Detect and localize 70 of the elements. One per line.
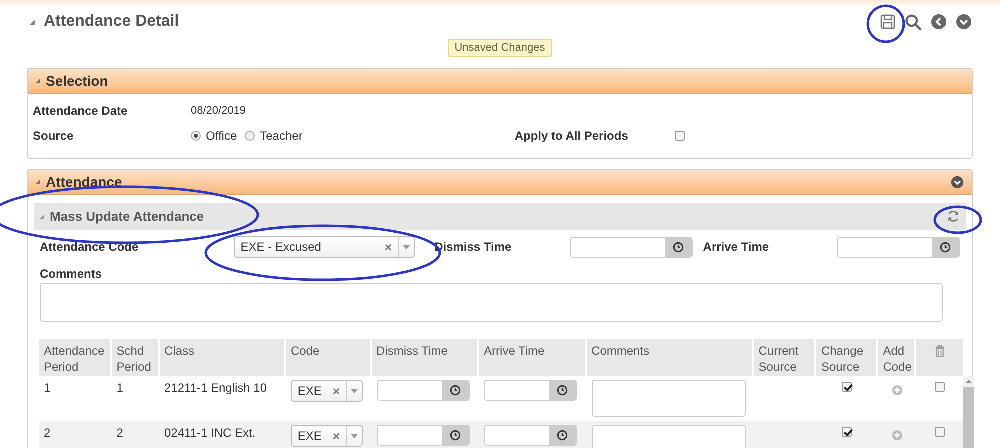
time-field[interactable] [837, 236, 960, 258]
radio-button[interactable] [245, 130, 256, 140]
time-field[interactable] [376, 380, 470, 401]
radio-button[interactable] [191, 130, 201, 140]
time-field[interactable] [570, 236, 694, 258]
column-header: Dismiss Time [372, 339, 480, 376]
clear-icon[interactable] [332, 388, 340, 394]
column-header: Code [286, 339, 372, 376]
table-cell-text: 2 [116, 425, 124, 442]
search-icon[interactable] [905, 14, 922, 30]
checkbox[interactable] [934, 382, 945, 392]
column-header: Class [160, 339, 286, 376]
checkbox[interactable] [842, 427, 852, 437]
checkbox[interactable] [842, 382, 852, 392]
annotation-ellipse [934, 206, 982, 234]
column-header: Arrive Time [479, 339, 587, 376]
trash-icon[interactable] [934, 345, 945, 357]
column-header: Attendance Period [39, 339, 112, 376]
refresh-icon[interactable] [947, 210, 960, 223]
checkbox[interactable] [674, 130, 685, 140]
code-dropdown[interactable]: EXE [290, 380, 363, 402]
comments-field[interactable] [40, 283, 943, 322]
code-dropdown[interactable]: EXE [290, 425, 363, 447]
checkbox[interactable] [934, 427, 945, 437]
field-label: Attendance Date [33, 104, 129, 118]
column-header: Comments [586, 339, 754, 376]
clock-icon[interactable] [557, 430, 568, 441]
clock-icon[interactable] [673, 242, 684, 252]
field-label: Apply to All Periods [514, 128, 630, 142]
table-cell-text: 1 [43, 380, 52, 397]
comments-field[interactable] [592, 380, 746, 417]
column-header: Add Code [878, 339, 916, 376]
clock-icon[interactable] [940, 242, 951, 252]
back-icon[interactable] [931, 14, 947, 30]
table-cell-text: 21211-1 English 10 [164, 380, 268, 397]
table-cell-text: 2 [43, 425, 52, 442]
caret-icon[interactable] [350, 388, 358, 394]
time-field[interactable] [484, 425, 578, 446]
radio-label[interactable]: Teacher [260, 128, 303, 142]
collapse-icon[interactable] [30, 20, 35, 24]
clock-icon[interactable] [557, 385, 568, 396]
page-title: Attendance Detail [44, 13, 180, 31]
annotation-circle [866, 4, 906, 44]
time-field[interactable] [376, 425, 470, 446]
date-value: 08/20/2019 [191, 104, 246, 116]
expand-icon[interactable] [956, 14, 972, 30]
field-label: Arrive Time [703, 240, 770, 254]
caret-icon[interactable] [402, 244, 410, 250]
scrollbar[interactable] [963, 376, 974, 448]
caret-icon[interactable] [350, 434, 358, 438]
clear-icon[interactable] [332, 432, 340, 440]
save-icon[interactable] [880, 14, 896, 30]
panel-header[interactable]: Attendance [28, 170, 972, 195]
column-header: Change Source [816, 339, 878, 376]
section-header[interactable]: Mass Update Attendance [34, 203, 966, 230]
time-field[interactable] [484, 380, 578, 401]
unsaved-changes-badge: Unsaved Changes [448, 39, 552, 57]
column-header: Current Source [754, 339, 816, 376]
radio-label[interactable]: Office [206, 128, 238, 142]
field-label: Comments [40, 267, 102, 281]
clock-icon[interactable] [450, 430, 461, 441]
column-header: Schd Period [112, 339, 160, 376]
collapse-icon[interactable] [951, 176, 964, 188]
table-cell-text: 02411-1 INC Ext. [164, 425, 257, 442]
table-cell-text: 1 [116, 380, 124, 397]
panel-header[interactable]: Selection [28, 69, 972, 94]
clock-icon[interactable] [450, 385, 461, 396]
clear-icon[interactable] [384, 244, 392, 250]
attendance-code-dropdown[interactable]: EXE - Excused [234, 236, 415, 258]
field-label: Source [33, 128, 75, 142]
